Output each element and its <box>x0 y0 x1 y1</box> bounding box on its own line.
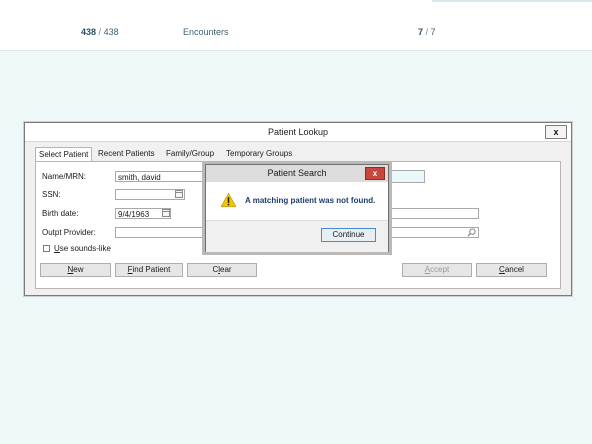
continue-button[interactable]: Continue <box>321 228 376 242</box>
record-counter-current: 438 <box>81 27 97 37</box>
name-mrn-label: Name/MRN: <box>42 172 87 181</box>
new-button[interactable]: New <box>40 263 111 277</box>
header-accent-line <box>432 0 592 2</box>
tab-temporary-groups[interactable]: Temporary Groups <box>223 147 295 160</box>
outpt-provider-label: Outpt Provider: <box>42 228 96 237</box>
patient-search-dialog: Patient Search x A matching patient was … <box>205 164 389 252</box>
tab-family-group[interactable]: Family/Group <box>163 147 217 160</box>
name-mrn-input-end[interactable] <box>386 170 425 183</box>
record-counter: 438 / 438 <box>81 27 119 37</box>
dialog-footer: Continue <box>206 220 388 252</box>
encounter-counter-total: 7 <box>430 27 436 37</box>
calendar-icon[interactable] <box>162 209 170 217</box>
sounds-like-checkbox[interactable] <box>43 245 50 252</box>
encounters-label: Encounters <box>183 27 229 37</box>
ssn-label: SSN: <box>42 190 61 199</box>
window-title: Patient Lookup <box>25 123 571 142</box>
clear-button[interactable]: Clear <box>187 263 257 277</box>
sounds-like-label: Use sounds-like <box>54 244 111 253</box>
tab-recent-patients[interactable]: Recent Patients <box>95 147 157 160</box>
search-icon[interactable] <box>467 228 476 237</box>
warning-icon <box>221 193 236 207</box>
dialog-close-button[interactable]: x <box>365 167 385 180</box>
find-patient-button[interactable]: Find Patient <box>115 263 183 277</box>
dialog-title: Patient Search <box>206 165 388 182</box>
top-header: 438 / 438 Encounters 7 / 7 <box>0 0 592 51</box>
window-close-button[interactable]: x <box>545 125 567 139</box>
ssn-calendar-icon[interactable] <box>175 190 183 198</box>
accept-button[interactable]: Accept <box>402 263 472 277</box>
encounter-counter: 7 / 7 <box>418 27 436 37</box>
birth-date-label: Birth date: <box>42 209 79 218</box>
tab-select-patient[interactable]: Select Patient <box>35 147 93 161</box>
record-counter-total: 438 <box>103 27 119 37</box>
cancel-button[interactable]: Cancel <box>476 263 547 277</box>
encounter-counter-current: 7 <box>418 27 424 37</box>
dialog-message: A matching patient was not found. <box>245 196 376 205</box>
birth-date-right-field[interactable] <box>386 208 479 219</box>
